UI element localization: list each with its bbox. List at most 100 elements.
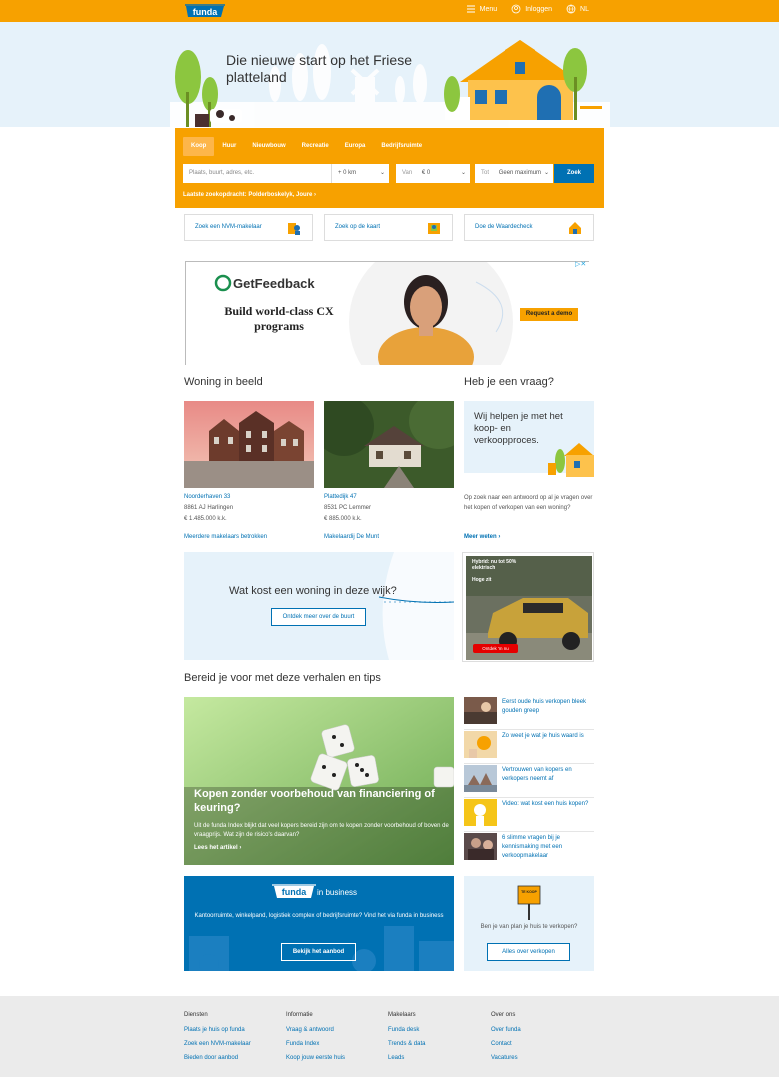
search-button[interactable]: Zoek [554,164,594,183]
quicklink-kaart[interactable]: Zoek op de kaart [324,214,453,241]
location-input[interactable]: Plaats, buurt, adres, etc. [183,164,331,183]
meer-weten-link[interactable]: Meer weten › [464,534,500,540]
price-to-select[interactable]: Tot Geen maximum ⌄ [475,164,553,183]
verkopen-card: TE KOOP Ben je van plan je huis te verko… [464,876,594,971]
listing-city-2: 8531 PC Lemmer [324,505,372,511]
language-button[interactable]: NL [566,4,589,14]
globe-icon [566,4,576,14]
buurt-button[interactable]: Ontdek meer over de buurt [271,608,366,626]
business-button[interactable]: Bekijk het aanbod [281,943,356,961]
footer-link[interactable]: Funda Index [286,1041,345,1047]
menu-button[interactable]: Menu [466,4,498,14]
tab-huur[interactable]: Huur [214,137,244,156]
ad2-cta-button[interactable]: Ontdek 'm nu [473,644,518,653]
business-logo: funda [282,887,307,897]
tips-heading: Bereid je voor met deze verhalen en tips [184,672,381,684]
user-icon [511,4,521,14]
tab-recreatie[interactable]: Recreatie [294,137,337,156]
listing-city-1: 8861 AJ Harlingen [184,505,234,511]
advertisement-toyota[interactable]: Hybrid: nu tot 50% elektrisch Hoge zit O… [462,552,594,662]
tips-main-title: Kopen zonder voorbehoud van financiering… [194,788,435,814]
tab-europa[interactable]: Europa [337,137,374,156]
tab-nieuwbouw[interactable]: Nieuwbouw [244,137,293,156]
search-tabs: Koop Huur Nieuwbouw Recreatie Europa Bed… [183,137,430,156]
tip-item[interactable]: 6 slimme vragen bij je kennismaking met … [464,833,594,866]
footer-link[interactable]: Vacatures [491,1055,521,1061]
tip-item[interactable]: Zo weet je wat je huis waard is [464,731,594,764]
last-search-link[interactable]: Laatste zoekopdracht: Polderboskelyk, Jo… [183,192,316,198]
tip-item[interactable]: Vertrouwen van kopers en verkopers neemt… [464,765,594,798]
tip-item[interactable]: Video: wat kost een huis kopen? [464,799,594,832]
te-koop-sign: TE KOOP [521,890,537,894]
listing-price-2: € 885.000 k.k. [324,516,362,522]
tips-main-link[interactable]: Lees het artikel › [194,845,241,851]
hero-banner: Die nieuwe start op het Friese plattelan… [0,22,779,127]
tip-thumbnail [464,765,497,792]
tip-thumbnail [464,799,497,826]
adchoices-icon[interactable]: ▷✕ [575,260,586,268]
woning-heading: Woning in beeld [184,376,263,388]
hero-title: Die nieuwe start op het Friese plattelan… [226,52,412,85]
listing-photo-2[interactable] [324,401,454,488]
tab-bedrijfsruimte[interactable]: Bedrijfsruimte [373,137,430,156]
buurt-banner: Wat kost een woning in deze wijk? Ontdek… [184,552,454,660]
listing-agent-1[interactable]: Meerdere makelaars betrokken [184,534,267,540]
price-from-select[interactable]: Van € 0 ⌄ [396,164,470,183]
buurt-title: Wat kost een woning in deze wijk? [229,585,397,597]
map-icon [428,223,440,234]
tip-thumbnail [464,731,497,758]
chevron-down-icon: ⌄ [460,170,466,176]
footer-link[interactable]: Trends & data [388,1041,425,1047]
chevron-down-icon: ⌄ [379,170,385,176]
menu-label: Menu [479,5,498,13]
listing-agent-2[interactable]: Makelaardij De Munt [324,534,379,540]
footer-link[interactable]: Bieden door aanbod [184,1055,251,1061]
footer-link[interactable]: Over funda [491,1027,521,1033]
listing-photo-1[interactable] [184,401,314,488]
sell-question: Ben je van plan je huis te verkopen? [480,924,578,930]
hamburger-icon [466,5,475,13]
footer-link[interactable]: Zoek een NVM-makelaar [184,1041,251,1047]
chevron-right-icon: › [498,534,501,540]
radius-select[interactable]: + 0 km ⌄ [331,164,389,183]
tab-koop[interactable]: Koop [183,137,215,156]
makelaar-icon [288,223,300,235]
tip-item[interactable]: Eerst oude huis verkopen bleek gouden gr… [464,697,594,730]
chevron-right-icon: › [314,192,317,198]
tip-thumbnail [464,697,497,724]
funda-logo[interactable]: funda [184,3,226,19]
quicklink-nvm-makelaar[interactable]: Zoek een NVM-makelaar [184,214,313,241]
footer-link[interactable]: Leads [388,1055,425,1061]
funda-in-business-banner: funda in business Kantoorruimte, winkelp… [184,876,454,971]
sell-button[interactable]: Alles over verkopen [487,943,570,961]
vraag-heading: Heb je een vraag? [464,376,554,388]
footer-col-makelaars: Makelaars Funda desk Trends & data Leads [388,1012,426,1061]
help-image-text: Wij helpen je met het koop- en verkooppr… [474,411,563,446]
help-body: Op zoek naar een antwoord op al je vrage… [464,495,593,511]
tips-main-article[interactable]: Kopen zonder voorbehoud van financiering… [184,697,454,865]
tips-main-desc: Uit de funda Index blijkt dat veel koper… [194,823,449,838]
ad-cta-button[interactable]: Request a demo [520,308,578,321]
footer-link[interactable]: Vraag & antwoord [286,1027,345,1033]
chevron-right-icon: › [239,845,242,851]
tip-thumbnail [464,833,497,860]
ad-headline: Build world-class CX programs [224,304,334,333]
advertisement-getfeedback[interactable]: GetFeedback Build world-class CX program… [185,261,589,365]
top-bar: funda Menu Inloggen NL [0,0,779,22]
footer-col-over-ons: Over ons Over funda Contact Vacatures [491,1012,521,1061]
listing-address-1[interactable]: Noorderhaven 33 [184,494,230,500]
house-value-icon [569,222,581,234]
business-desc: Kantoorruimte, winkelpand, logistiek com… [194,913,444,919]
business-suffix: in business [317,888,358,897]
quicklink-waardecheck[interactable]: Doe de Waardecheck [464,214,594,241]
language-label: NL [580,5,589,13]
help-card-image[interactable]: Wij helpen je met het koop- en verkooppr… [464,401,594,488]
listing-address-2[interactable]: Plattedijk 47 [324,494,357,500]
footer-link[interactable]: Koop jouw eerste huis [286,1055,345,1061]
footer-link[interactable]: Contact [491,1041,521,1047]
login-button[interactable]: Inloggen [511,4,552,14]
ad2-sub: Hoge zit [472,577,492,583]
login-label: Inloggen [525,5,553,13]
footer-link[interactable]: Funda desk [388,1027,425,1033]
footer-link[interactable]: Plaats je huis op funda [184,1027,251,1033]
